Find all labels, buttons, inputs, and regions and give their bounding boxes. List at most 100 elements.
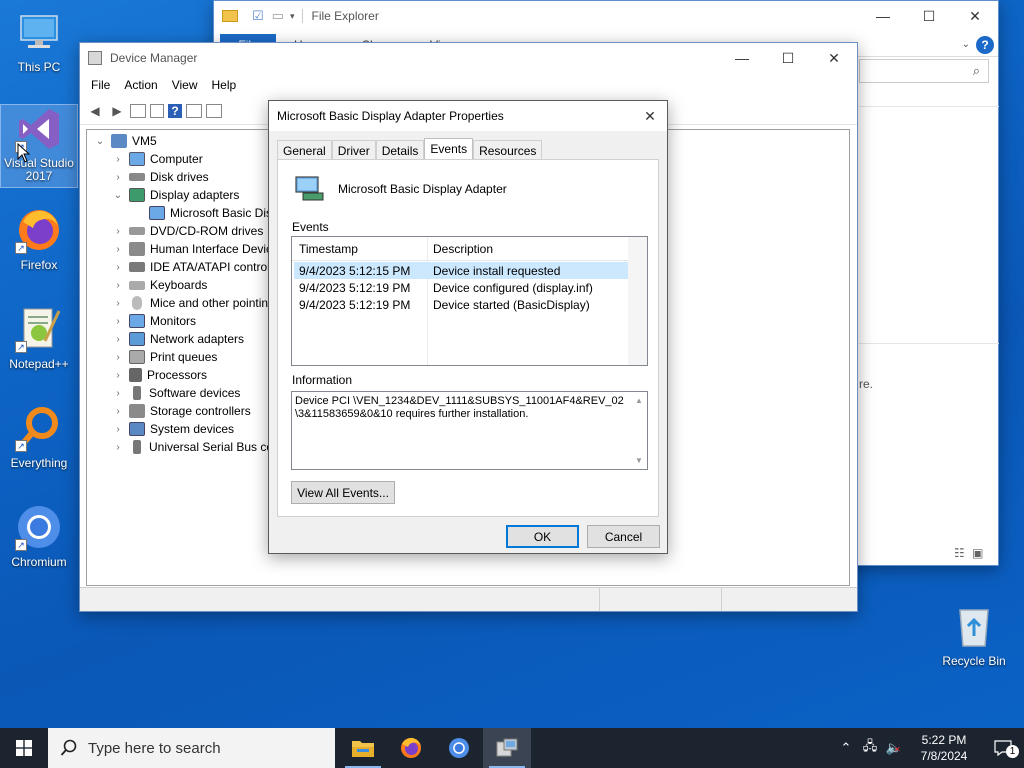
scroll-down-icon[interactable]: ▼ bbox=[635, 454, 643, 467]
tree-item-usb[interactable]: › Universal Serial Bus cor bbox=[111, 438, 277, 456]
tree-root[interactable]: ⌄ VM5 bbox=[93, 132, 157, 150]
scroll-up-icon[interactable]: ▲ bbox=[635, 394, 643, 407]
expand-chevron-icon[interactable]: › bbox=[111, 316, 125, 327]
expand-chevron-icon[interactable]: › bbox=[111, 388, 125, 399]
desktop-icon-everything[interactable]: ↗ Everything bbox=[1, 404, 77, 470]
column-header-description[interactable]: Description bbox=[433, 242, 493, 256]
collapse-chevron-icon[interactable]: ⌄ bbox=[111, 190, 125, 201]
tree-item-system-devices[interactable]: › System devices bbox=[111, 420, 234, 438]
taskbar-file-explorer[interactable] bbox=[339, 728, 387, 768]
expand-chevron-icon[interactable]: › bbox=[111, 370, 125, 381]
forward-arrow-icon[interactable]: ▶ bbox=[108, 102, 126, 120]
tree-item-dvd-cd-rom[interactable]: › DVD/CD-ROM drives bbox=[111, 222, 263, 240]
start-button[interactable] bbox=[0, 728, 48, 768]
expand-ribbon-chevron-icon[interactable]: ⌄ bbox=[956, 34, 976, 56]
expand-chevron-icon[interactable]: › bbox=[111, 442, 125, 453]
scan-hardware-icon[interactable] bbox=[206, 103, 222, 118]
device-manager-titlebar[interactable]: Device Manager — ☐ ✕ bbox=[80, 43, 857, 73]
information-textbox[interactable]: Device PCI \VEN_1234&DEV_1111&SUBSYS_110… bbox=[291, 391, 648, 470]
tab-events[interactable]: Events bbox=[424, 138, 474, 160]
expand-chevron-icon[interactable]: › bbox=[111, 406, 125, 417]
taskbar-search-box[interactable]: Type here to search bbox=[48, 728, 335, 768]
vertical-scrollbar[interactable]: ▲ ▼ bbox=[633, 394, 645, 467]
action-center-button[interactable]: 1 bbox=[982, 728, 1024, 768]
properties-sheet-icon[interactable] bbox=[150, 103, 164, 118]
collapse-chevron-icon[interactable]: ⌄ bbox=[93, 136, 107, 147]
expand-chevron-icon[interactable]: › bbox=[111, 280, 125, 291]
event-row[interactable]: 9/4/2023 5:12:19 PM Device started (Basi… bbox=[294, 296, 629, 313]
menu-view[interactable]: View bbox=[165, 78, 205, 92]
expand-chevron-icon[interactable]: › bbox=[111, 244, 125, 255]
show-hide-console-tree-icon[interactable] bbox=[130, 103, 146, 118]
menu-action[interactable]: Action bbox=[117, 78, 164, 92]
events-list[interactable]: Timestamp Description 9/4/2023 5:12:15 P… bbox=[291, 236, 648, 366]
minimize-button[interactable]: — bbox=[719, 43, 765, 73]
column-header-timestamp[interactable]: Timestamp bbox=[299, 242, 358, 256]
expand-chevron-icon[interactable]: › bbox=[111, 334, 125, 345]
quick-access-checklist-icon[interactable]: ☑ bbox=[252, 8, 264, 24]
taskbar-device-manager[interactable] bbox=[483, 728, 531, 768]
tab-resources[interactable]: Resources bbox=[473, 140, 543, 161]
view-toggle[interactable]: ☷ ▣ bbox=[954, 546, 983, 560]
tree-item-microsoft-basic-display[interactable]: Microsoft Basic Disp bbox=[131, 204, 279, 222]
event-row[interactable]: 9/4/2023 5:12:15 PM Device install reque… bbox=[294, 262, 629, 279]
desktop-icon-notepad-plus-plus[interactable]: ↗ Notepad++ bbox=[1, 305, 77, 371]
maximize-button[interactable]: ☐ bbox=[906, 1, 952, 31]
expand-chevron-icon[interactable]: › bbox=[111, 262, 125, 273]
tab-details[interactable]: Details bbox=[375, 140, 425, 161]
tree-item-ide-ata[interactable]: › IDE ATA/ATAPI controlle bbox=[111, 258, 279, 276]
volume-muted-icon[interactable]: 🔈 ✕ bbox=[884, 740, 904, 756]
tree-item-hid[interactable]: › Human Interface Devic bbox=[111, 240, 272, 258]
vertical-scrollbar[interactable] bbox=[628, 237, 647, 365]
desktop-icon-visual-studio[interactable]: ↗ Visual Studio 2017 bbox=[0, 104, 78, 188]
tree-item-mice[interactable]: › Mice and other pointin bbox=[111, 294, 268, 312]
help-icon[interactable]: ? bbox=[976, 36, 994, 54]
network-icon[interactable]: 🖧 bbox=[860, 737, 880, 759]
tree-item-storage-controllers[interactable]: › Storage controllers bbox=[111, 402, 251, 420]
menu-file[interactable]: File bbox=[84, 78, 117, 92]
menu-help[interactable]: Help bbox=[205, 78, 244, 92]
new-folder-icon[interactable]: ▭ bbox=[272, 8, 284, 24]
tree-item-disk-drives[interactable]: › Disk drives bbox=[111, 168, 208, 186]
tree-item-display-adapters[interactable]: ⌄ Display adapters bbox=[111, 186, 239, 204]
expand-chevron-icon[interactable]: › bbox=[111, 172, 125, 183]
tree-item-processors[interactable]: › Processors bbox=[111, 366, 207, 384]
event-row[interactable]: 9/4/2023 5:12:19 PM Device configured (d… bbox=[294, 279, 629, 296]
tree-item-network-adapters[interactable]: › Network adapters bbox=[111, 330, 244, 348]
customize-toolbar-icon[interactable]: ▾ bbox=[290, 11, 295, 22]
details-view-icon[interactable]: ☷ bbox=[954, 546, 965, 560]
desktop-icon-recycle-bin[interactable]: Recycle Bin bbox=[936, 602, 1012, 668]
expand-chevron-icon[interactable]: › bbox=[111, 424, 125, 435]
back-arrow-icon[interactable]: ◀ bbox=[86, 102, 104, 120]
view-all-events-button[interactable]: View All Events... bbox=[291, 481, 395, 504]
cancel-button[interactable]: Cancel bbox=[587, 525, 660, 548]
clock[interactable]: 5:22 PM 7/8/2024 bbox=[906, 732, 982, 764]
tree-item-computer[interactable]: › Computer bbox=[111, 150, 203, 168]
desktop-icon-chromium[interactable]: ↗ Chromium bbox=[1, 503, 77, 569]
expand-chevron-icon[interactable]: › bbox=[111, 154, 125, 165]
large-icons-view-icon[interactable]: ▣ bbox=[972, 546, 983, 560]
expand-chevron-icon[interactable]: › bbox=[111, 298, 125, 309]
desktop-icon-this-pc[interactable]: This PC bbox=[1, 8, 77, 74]
expand-chevron-icon[interactable]: › bbox=[111, 352, 125, 363]
tree-item-software-devices[interactable]: › Software devices bbox=[111, 384, 240, 402]
expand-chevron-icon[interactable]: › bbox=[111, 226, 125, 237]
help-icon[interactable]: ? bbox=[168, 103, 182, 118]
close-button[interactable]: ✕ bbox=[952, 1, 998, 31]
search-box[interactable]: ⌕ bbox=[859, 59, 989, 83]
ok-button[interactable]: OK bbox=[506, 525, 579, 548]
device-properties-icon[interactable] bbox=[186, 103, 202, 118]
close-button[interactable]: ✕ bbox=[633, 101, 667, 131]
properties-dialog[interactable]: Microsoft Basic Display Adapter Properti… bbox=[268, 100, 668, 554]
desktop-icon-firefox[interactable]: ↗ Firefox bbox=[1, 206, 77, 272]
tree-item-print-queues[interactable]: › Print queues bbox=[111, 348, 217, 366]
tab-general[interactable]: General bbox=[277, 140, 332, 161]
dialog-titlebar[interactable]: Microsoft Basic Display Adapter Properti… bbox=[269, 101, 667, 131]
explorer-titlebar[interactable]: ☑ ▭ ▾ File Explorer — ☐ ✕ bbox=[214, 1, 998, 31]
taskbar-firefox[interactable] bbox=[387, 728, 435, 768]
taskbar-chromium[interactable] bbox=[435, 728, 483, 768]
tree-item-keyboards[interactable]: › Keyboards bbox=[111, 276, 207, 294]
close-button[interactable]: ✕ bbox=[811, 43, 857, 73]
minimize-button[interactable]: — bbox=[860, 1, 906, 31]
maximize-button[interactable]: ☐ bbox=[765, 43, 811, 73]
